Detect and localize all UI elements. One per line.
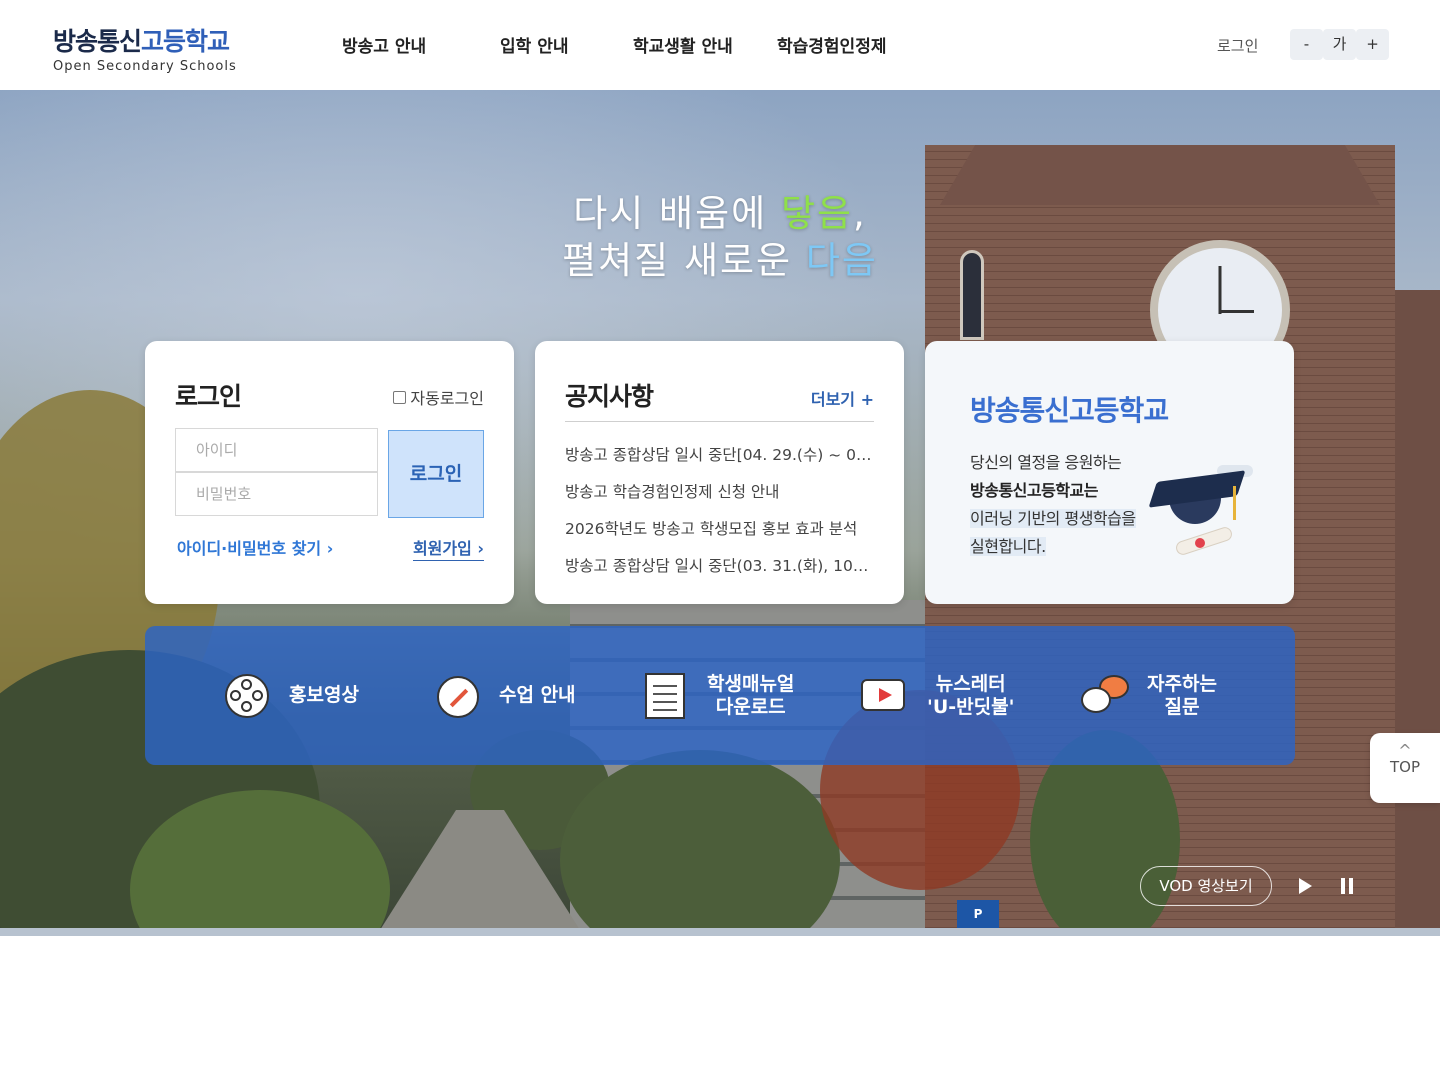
quick-menu: 홍보영상 수업 안내 학생매뉴얼 다운로드 뉴스레터 'U-반딧불' 자주하는 질문 [145, 626, 1295, 765]
find-account-link[interactable]: 아이디·비밀번호 찾기 › [177, 535, 333, 559]
login-card: 로그인 자동로그인 아이디 비밀번호 로그인 아이디·비밀번호 찾기 › 회원가… [145, 341, 514, 604]
hero-slogan-line2: 펼쳐질 새로운 다음 [562, 239, 878, 282]
scroll-top-button[interactable]: ^ TOP [1370, 733, 1440, 803]
plus-icon: + [860, 390, 874, 409]
quick-item-label: 자주하는 질문 [1147, 672, 1217, 718]
quick-item-newsletter[interactable]: 뉴스레터 'U-반딧불' [861, 626, 1014, 765]
quick-item-label: 뉴스레터 'U-반딧불' [927, 672, 1015, 718]
quick-item-label: 학생매뉴얼 다운로드 [707, 672, 795, 718]
header-login-link[interactable]: 로그인 [1217, 35, 1258, 56]
quick-item-label: 수업 안내 [499, 684, 576, 706]
logo-english: Open Secondary Schools [53, 59, 237, 74]
font-decrease-button[interactable]: - [1290, 29, 1323, 60]
notice-title: 공지사항 [565, 382, 654, 411]
logo-korean: 방송통신고등학교 [53, 27, 230, 56]
parking-sign: P [957, 900, 999, 928]
document-icon [641, 671, 691, 721]
film-reel-icon [223, 671, 273, 721]
chevron-up-icon: ^ [1398, 741, 1412, 760]
join-link[interactable]: 회원가입 › [412, 535, 484, 561]
promo-text: 방송통신고등학교는 [970, 481, 1098, 500]
promo-text: 당신의 열정을 응원하는 [970, 453, 1122, 472]
checkbox-icon[interactable] [393, 390, 407, 404]
promo-title: 방송통신고등학교 [970, 394, 1169, 427]
site-header: 방송통신고등학교 Open Secondary Schools 방송고 안내 입… [0, 0, 1440, 90]
vod-button[interactable]: VOD 영상보기 [1140, 866, 1272, 906]
nav-item-admission[interactable]: 입학 안내 [500, 32, 568, 57]
notice-item[interactable]: 방송고 종합상담 일시 중단(03. 31.(화), 10:00~) [565, 554, 873, 576]
hero-section: P 다시 배움에 닿음, 펼쳐질 새로운 다음 로그인 자동로그인 아이디 비밀… [0, 90, 1440, 928]
chat-bubbles-icon [1081, 671, 1131, 721]
quick-item-faq[interactable]: 자주하는 질문 [1081, 626, 1217, 765]
auto-login-checkbox[interactable]: 자동로그인 [393, 385, 484, 409]
promo-text: 이러닝 기반의 평생학습을 [970, 509, 1136, 528]
notice-item[interactable]: 방송고 종합상담 일시 중단[04. 29.(수) ~ 04. 30.(목)] [565, 443, 873, 465]
auto-login-label: 자동로그인 [410, 389, 484, 408]
font-reset-button[interactable]: 가 [1323, 29, 1356, 60]
nav-item-learning-credit[interactable]: 학습경험인정제 [777, 32, 886, 57]
login-title: 로그인 [175, 382, 242, 411]
pause-icon[interactable] [1341, 878, 1353, 894]
notice-card: 공지사항 더보기 + 방송고 종합상담 일시 중단[04. 29.(수) ~ 0… [535, 341, 904, 604]
play-icon[interactable] [1299, 878, 1312, 894]
promo-text: 실현합니다. [970, 537, 1046, 556]
font-increase-button[interactable]: + [1356, 29, 1389, 60]
quick-item-class-guide[interactable]: 수업 안내 [433, 626, 576, 765]
quick-item-manual-download[interactable]: 학생매뉴얼 다운로드 [641, 626, 794, 765]
top-label: TOP [1389, 758, 1420, 776]
notice-item[interactable]: 방송고 학습경험인정제 신청 안내 [565, 480, 873, 502]
divider [565, 421, 874, 422]
hero-slogan-line1: 다시 배움에 닿음, [573, 192, 867, 235]
youtube-play-icon [861, 671, 911, 721]
notice-item[interactable]: 2026학년도 방송고 학생모집 홍보 효과 분석 [565, 517, 873, 539]
nav-item-school-life[interactable]: 학교생활 안내 [633, 32, 733, 57]
chevron-right-icon: › [326, 539, 334, 558]
chevron-right-icon: › [477, 539, 484, 558]
site-logo[interactable]: 방송통신고등학교 Open Secondary Schools [53, 22, 237, 74]
compass-icon [433, 671, 483, 721]
background-building-right [1390, 290, 1440, 928]
promo-card: 방송통신고등학교 당신의 열정을 응원하는 방송통신고등학교는 이러닝 기반의 … [925, 341, 1294, 604]
id-input[interactable]: 아이디 [175, 428, 378, 472]
password-input[interactable]: 비밀번호 [175, 472, 378, 516]
login-button[interactable]: 로그인 [388, 430, 484, 518]
quick-item-label: 홍보영상 [289, 684, 359, 706]
nav-item-about[interactable]: 방송고 안내 [342, 32, 426, 57]
notice-more-link[interactable]: 더보기 + [811, 386, 874, 410]
quick-item-promo-video[interactable]: 홍보영상 [223, 626, 359, 765]
hero-bottom-strip [0, 928, 1440, 936]
